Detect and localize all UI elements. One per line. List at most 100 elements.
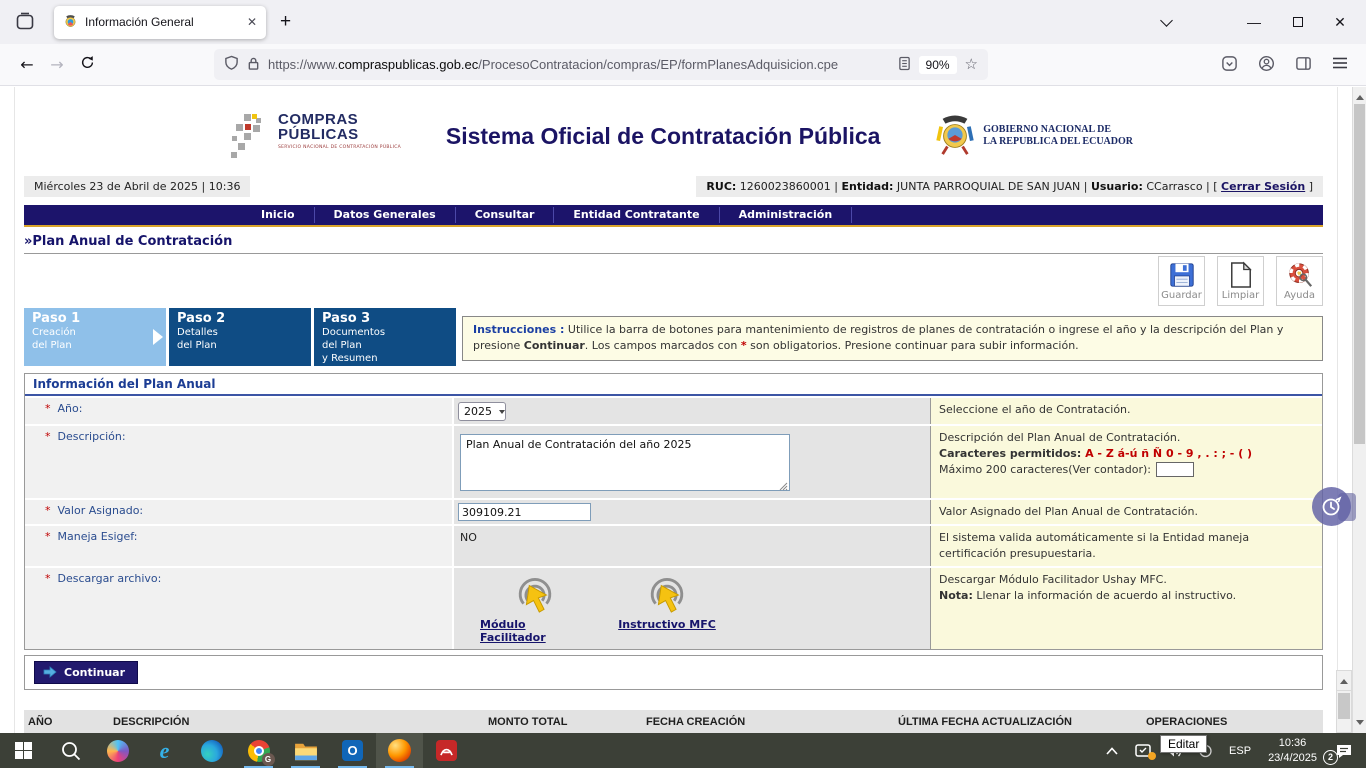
menu-hamburger-icon[interactable] (1332, 56, 1348, 73)
windows-logo-icon (15, 742, 33, 760)
notification-center-icon[interactable]: 2 (1330, 743, 1358, 759)
back-icon[interactable]: ← (12, 55, 42, 74)
forward-icon[interactable]: → (42, 55, 72, 74)
lock-icon[interactable] (247, 56, 260, 74)
tab-title: Información General (85, 15, 240, 29)
step-1[interactable]: Paso 1 Creación del Plan (24, 308, 166, 366)
taskbar-acrobat-button[interactable] (423, 733, 470, 768)
tab-close-icon[interactable]: ✕ (247, 15, 257, 29)
taskbar-search-button[interactable] (47, 733, 94, 768)
assigned-value-help: Valor Asignado del Plan Anual de Contrat… (930, 500, 1322, 524)
pocket-icon[interactable] (1221, 55, 1238, 75)
col-operaciones: OPERACIONES (1142, 710, 1323, 733)
scrollbar-up-icon[interactable] (1356, 91, 1364, 100)
window-maximize-button[interactable] (1278, 0, 1318, 44)
col-fecha-creacion: FECHA CREACIÓN (642, 710, 894, 733)
page-scrollbar-thumb[interactable] (1354, 104, 1365, 444)
url-text[interactable]: https://www.compraspublicas.gob.ec/Proce… (268, 57, 890, 72)
esigef-label: Maneja Esigef: (58, 530, 138, 543)
firefox-icon (388, 739, 411, 762)
taskbar-ie-button[interactable]: e (141, 733, 188, 768)
tray-expand-icon[interactable] (1101, 747, 1123, 755)
logo-line2: PÚBLICAS (278, 127, 401, 142)
step-2-title: Paso 2 (177, 311, 303, 326)
page-scrollbar[interactable] (1352, 87, 1366, 733)
logout-link[interactable]: Cerrar Sesión (1221, 180, 1305, 193)
clock-time: 10:36 (1268, 736, 1317, 750)
clear-label: Limpiar (1222, 290, 1259, 301)
nav-item-inicio[interactable]: Inicio (242, 205, 314, 225)
assigned-value-label: Valor Asignado: (58, 504, 144, 517)
tab-strip: Información General ✕ + — ✕ (0, 0, 1366, 44)
copilot-icon (107, 740, 129, 762)
step-3[interactable]: Paso 3 Documentos del Plan y Resumen (314, 308, 456, 366)
nav-item-datos-generales[interactable]: Datos Generales (315, 205, 455, 225)
click-download-icon (644, 575, 690, 617)
system-tray: ESP 10:36 23/4/2025 2 (1101, 733, 1366, 768)
year-select[interactable]: 2025 (458, 402, 506, 421)
continue-button[interactable]: Continuar (34, 661, 138, 684)
tray-app-icon[interactable] (1132, 744, 1154, 758)
form-row-download: *Descargar archivo: Módulo Facilitad (25, 566, 1322, 649)
bookmark-star-icon[interactable]: ☆ (965, 57, 978, 72)
download-label: Descargar archivo: (58, 572, 162, 585)
step-2[interactable]: Paso 2 Detalles del Plan (169, 308, 311, 366)
scrollbar-down-icon[interactable] (1356, 720, 1364, 729)
save-button[interactable]: Guardar (1158, 256, 1205, 306)
gov-line2: LA REPUBLICA DEL ECUADOR (983, 136, 1133, 149)
allowed-chars-label: Caracteres permitidos: (939, 447, 1085, 460)
clear-button[interactable]: Limpiar (1217, 256, 1264, 306)
firefox-view-icon[interactable] (10, 7, 40, 37)
nav-item-entidad-contratante[interactable]: Entidad Contratante (554, 205, 718, 225)
breadcrumb: »Plan Anual de Contratación (24, 234, 1323, 254)
new-tab-button[interactable]: + (280, 11, 291, 33)
taskbar-clock[interactable]: 10:36 23/4/2025 (1264, 736, 1321, 765)
nav-item-administracion[interactable]: Administración (720, 205, 852, 225)
assigned-value-input[interactable] (458, 503, 591, 521)
tracking-shield-icon[interactable] (224, 55, 239, 74)
sidebar-icon[interactable] (1295, 55, 1312, 75)
taskbar-outlook-button[interactable]: O (329, 733, 376, 768)
edge-icon (201, 740, 223, 762)
window-close-button[interactable]: ✕ (1320, 0, 1360, 44)
resize-handle-icon[interactable] (779, 482, 788, 491)
main-nav: Inicio Datos Generales Consultar Entidad… (24, 205, 1323, 225)
taskbar-copilot-button[interactable] (94, 733, 141, 768)
step-arrow-icon (153, 329, 163, 345)
taskbar-firefox-button[interactable] (376, 733, 423, 768)
mosaic-icon (230, 112, 272, 160)
help-label: Ayuda (1284, 290, 1315, 301)
taskbar-chrome-button[interactable]: G (235, 733, 282, 768)
reload-icon[interactable] (72, 55, 102, 74)
taskbar-explorer-button[interactable] (282, 733, 329, 768)
col-ano: AÑO (24, 710, 109, 733)
download-instructions-link[interactable]: Instructivo MFC (612, 575, 722, 644)
taskbar-edge-button[interactable] (188, 733, 235, 768)
nav-item-consultar[interactable]: Consultar (456, 205, 554, 225)
counter-help: Máximo 200 caracteres(Ver contador): (939, 463, 1151, 476)
table-header-row: AÑO DESCRIPCIÓN MONTO TOTAL FECHA CREACI… (24, 710, 1323, 733)
download-help-1: Descargar Módulo Facilitador Ushay MFC. (939, 572, 1314, 588)
note-label: Nota: (939, 589, 973, 602)
plan-form: Información del Plan Anual *Año: 2025 Se… (24, 373, 1323, 650)
table-scrollbar-thumb[interactable] (1338, 693, 1350, 719)
scroll-up-icon[interactable] (1337, 675, 1351, 691)
help-button[interactable]: Ayuda (1276, 256, 1323, 306)
download-module-link[interactable]: Módulo Facilitador (480, 575, 590, 644)
floating-clock-widget[interactable] (1312, 487, 1356, 527)
list-tabs-icon[interactable] (1146, 0, 1186, 44)
reader-mode-icon[interactable] (898, 56, 911, 74)
language-indicator[interactable]: ESP (1225, 745, 1255, 757)
screen: Información General ✕ + — ✕ ← → https://… (0, 0, 1366, 768)
table-scrollbar[interactable] (1336, 670, 1352, 733)
browser-tab[interactable]: Información General ✕ (54, 6, 266, 39)
account-icon[interactable] (1258, 55, 1275, 75)
step-3-title: Paso 3 (322, 311, 448, 326)
instructions-label: Instrucciones : (473, 323, 564, 336)
outlook-icon: O (342, 740, 363, 761)
description-textarea[interactable]: Plan Anual de Contratación del año 2025 (460, 434, 790, 491)
start-button[interactable] (0, 733, 47, 768)
url-bar[interactable]: https://www.compraspublicas.gob.ec/Proce… (214, 49, 988, 80)
zoom-level-indicator[interactable]: 90% (919, 56, 957, 74)
window-minimize-button[interactable]: — (1234, 0, 1274, 44)
